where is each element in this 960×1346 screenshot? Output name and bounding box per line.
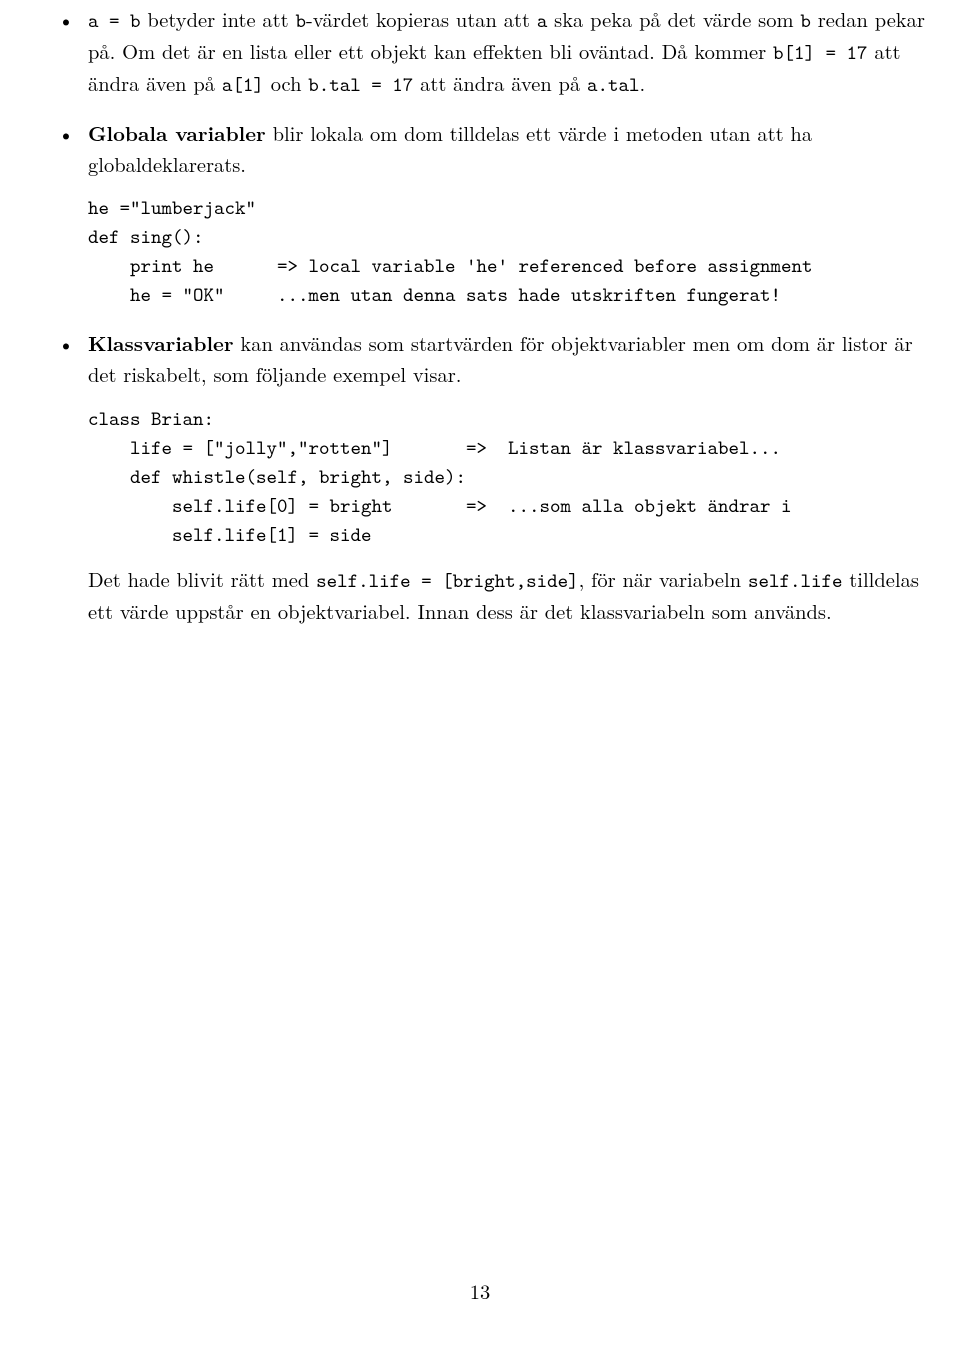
code-block: class Brian: life = ["jolly","rotten"] =…: [88, 405, 928, 550]
text: -värdet kopieras utan att: [306, 4, 537, 33]
text: , för när variabeln: [579, 564, 748, 593]
bold-text: Globala variabler: [88, 119, 266, 148]
bullet-item-3: Klassvariabler kan användas som startvär…: [88, 328, 928, 625]
bullet-list: a = b betyder inte att b-värdet kopieras…: [0, 4, 960, 626]
text: att ändra även på: [413, 68, 587, 97]
code-inline: b: [295, 8, 306, 34]
text: .: [640, 68, 646, 97]
code-inline: a: [537, 8, 548, 34]
text: Det hade blivit rätt med: [88, 564, 316, 593]
bullet-item-1: a = b betyder inte att b-värdet kopieras…: [88, 4, 928, 100]
code-block: he ="lumberjack" def sing(): print he =>…: [88, 194, 928, 310]
code-inline: a = b: [88, 8, 141, 34]
code-inline: self.life = [bright,side]: [316, 568, 579, 594]
text: och: [264, 68, 308, 97]
bullet-item-2: Globala variabler blir lokala om dom til…: [88, 118, 928, 310]
page-number: 13: [0, 1276, 960, 1306]
code-inline: a[1]: [222, 72, 264, 98]
code-inline: b[1] = 17: [773, 40, 868, 66]
paragraph: Det hade blivit rätt med self.life = [br…: [88, 564, 928, 626]
bold-text: Klassvariabler: [88, 329, 234, 358]
text: betyder inte att: [141, 4, 296, 33]
code-inline: self.life: [748, 568, 843, 594]
code-inline: b.tal = 17: [308, 72, 413, 98]
text: ska peka på det värde som: [547, 4, 800, 33]
code-inline: b: [800, 8, 811, 34]
code-inline: a.tal: [587, 72, 640, 98]
